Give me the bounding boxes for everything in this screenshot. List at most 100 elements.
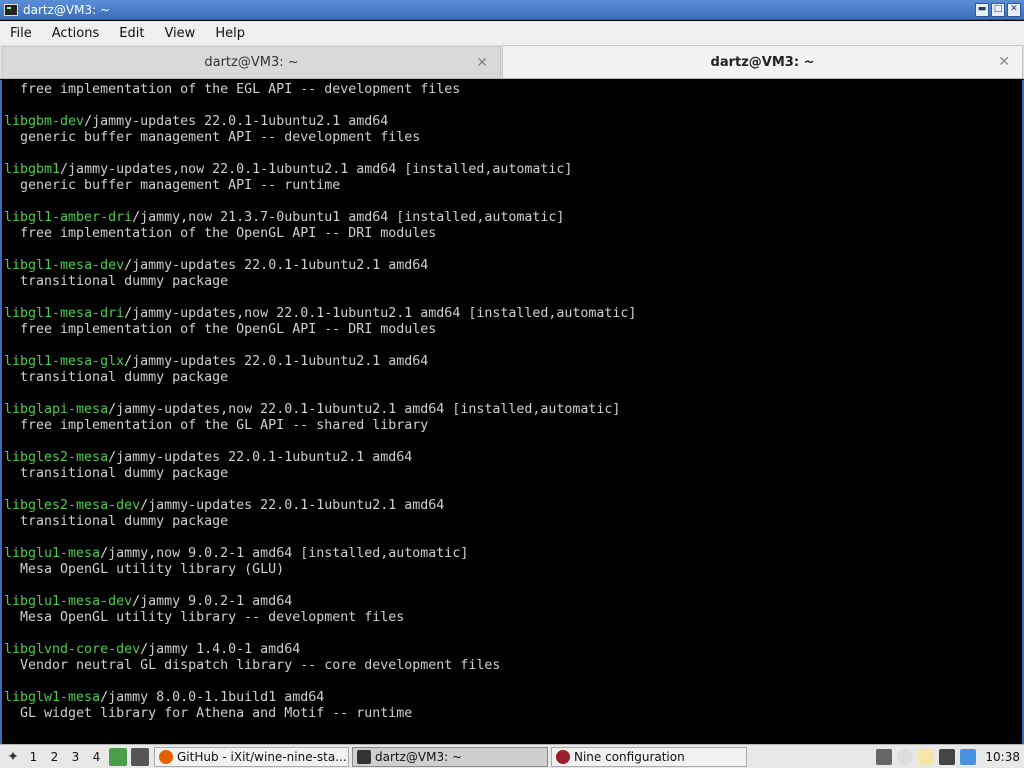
- line-text: free implementation of the OpenGL API --…: [4, 226, 437, 241]
- terminal-line: free implementation of the OpenGL API --…: [4, 226, 636, 242]
- terminal-app-icon: [4, 3, 18, 16]
- package-name: libgles2-mesa: [4, 450, 109, 465]
- package-name: libglvnd-core-dev: [4, 642, 141, 657]
- window-controls: ▬ □ ✕: [975, 2, 1021, 17]
- package-name: libgles2-mesa-dev: [4, 498, 141, 513]
- terminal-line: transitional dummy package: [4, 466, 636, 482]
- minimize-icon[interactable]: ▬: [975, 2, 989, 17]
- package-name: libgl1-mesa-dri: [4, 306, 125, 321]
- task-label: Nine configuration: [574, 749, 685, 764]
- terminal-view[interactable]: free implementation of the EGL API -- de…: [0, 80, 1024, 744]
- terminal-line: generic buffer management API -- develop…: [4, 130, 636, 146]
- line-text: Mesa OpenGL utility library -- developme…: [4, 610, 405, 625]
- tab-close-icon[interactable]: ✕: [476, 55, 488, 71]
- terminal-line: free implementation of the GL API -- sha…: [4, 418, 636, 434]
- tab-label: dartz@VM3: ~: [204, 55, 299, 70]
- menu-help[interactable]: Help: [205, 26, 255, 41]
- terminal-line: free implementation of the OpenGL API --…: [4, 322, 636, 338]
- workspace-4[interactable]: 4: [86, 750, 107, 764]
- line-text: generic buffer management API -- runtime: [4, 178, 341, 193]
- line-text: /jammy,now 21.3.7-0ubuntu1 amd64 [instal…: [132, 210, 565, 225]
- screenshot-icon[interactable]: [876, 748, 893, 765]
- package-name: libgbm-dev: [4, 114, 85, 129]
- clock: 10:38: [985, 749, 1020, 764]
- terminal-line: libgl1-mesa-dev/jammy-updates 22.0.1-1ub…: [4, 258, 636, 274]
- terminal-line: GL widget library for Athena and Motif -…: [4, 706, 636, 722]
- terminal-line: Vendor neutral GL dispatch library -- co…: [4, 658, 636, 674]
- line-text: /jammy,now 9.0.2-1 amd64 [installed,auto…: [100, 546, 469, 561]
- terminal-line: libgles2-mesa/jammy-updates 22.0.1-1ubun…: [4, 450, 636, 466]
- display-icon[interactable]: [939, 748, 956, 765]
- terminal-line: libgl1-mesa-dri/jammy-updates,now 22.0.1…: [4, 306, 636, 322]
- package-name: libgl1-mesa-glx: [4, 354, 125, 369]
- line-text: generic buffer management API -- develop…: [4, 130, 421, 145]
- line-text: free implementation of the EGL API -- de…: [4, 82, 461, 97]
- package-name: libglw1-mesa: [4, 690, 101, 705]
- line-text: /jammy-updates 22.0.1-1ubuntu2.1 amd64: [124, 354, 429, 369]
- volume-icon[interactable]: [897, 748, 914, 765]
- line-text: /jammy-updates,now 22.0.1-1ubuntu2.1 amd…: [108, 402, 621, 417]
- terminal-line: libgbm-dev/jammy-updates 22.0.1-1ubuntu2…: [4, 114, 636, 130]
- line-text: Vendor neutral GL dispatch library -- co…: [4, 658, 501, 673]
- window-titlebar[interactable]: dartz@VM3: ~ ▬ □ ✕: [0, 0, 1024, 20]
- terminal-line: generic buffer management API -- runtime: [4, 178, 636, 194]
- tab-bar: dartz@VM3: ~ ✕ dartz@VM3: ~ ✕: [0, 45, 1024, 79]
- task-label: dartz@VM3: ~: [375, 749, 463, 764]
- terminal-line: transitional dummy package: [4, 274, 636, 290]
- task-firefox[interactable]: GitHub - iXit/wine-nine-sta...: [154, 746, 349, 767]
- menu-edit[interactable]: Edit: [109, 26, 154, 41]
- maximize-icon[interactable]: □: [991, 2, 1005, 17]
- task-nine-config[interactable]: Nine configuration: [551, 746, 747, 767]
- menu-actions[interactable]: Actions: [42, 26, 110, 41]
- line-text: /jammy-updates 22.0.1-1ubuntu2.1 amd64: [108, 450, 413, 465]
- terminal-line: libgl1-amber-dri/jammy,now 21.3.7-0ubunt…: [4, 210, 636, 226]
- terminal-line: Mesa OpenGL utility library (GLU): [4, 562, 636, 578]
- package-name: libglapi-mesa: [4, 402, 109, 417]
- terminal-line: libglu1-mesa-dev/jammy 9.0.2-1 amd64: [4, 594, 636, 610]
- window-title: dartz@VM3: ~: [23, 2, 111, 17]
- line-text: transitional dummy package: [4, 514, 229, 529]
- tab-terminal-2[interactable]: dartz@VM3: ~ ✕: [502, 45, 1023, 78]
- line-text: free implementation of the OpenGL API --…: [4, 322, 437, 337]
- close-icon[interactable]: ✕: [1007, 2, 1021, 17]
- line-text: /jammy-updates,now 22.0.1-1ubuntu2.1 amd…: [60, 162, 573, 177]
- task-terminal[interactable]: dartz@VM3: ~: [352, 746, 548, 767]
- terminal-line: libglvnd-core-dev/jammy 1.4.0-1 amd64: [4, 642, 636, 658]
- terminal-line: transitional dummy package: [4, 514, 636, 530]
- workspace-3[interactable]: 3: [65, 750, 86, 764]
- terminal-line: libgles2-mesa-dev/jammy-updates 22.0.1-1…: [4, 498, 636, 514]
- package-name: libgl1-amber-dri: [4, 210, 133, 225]
- terminal-launcher-icon[interactable]: [131, 747, 149, 766]
- menu-view[interactable]: View: [154, 26, 205, 41]
- line-text: transitional dummy package: [4, 466, 229, 481]
- package-name: libgl1-mesa-dev: [4, 258, 125, 273]
- tab-close-icon[interactable]: ✕: [998, 54, 1010, 70]
- terminal-line: libgbm1/jammy-updates,now 22.0.1-1ubuntu…: [4, 162, 636, 178]
- package-name: libgbm1: [4, 162, 61, 177]
- package-name: libglu1-mesa: [4, 546, 101, 561]
- terminal-line: libglu1-mesa/jammy,now 9.0.2-1 amd64 [in…: [4, 546, 636, 562]
- line-text: /jammy 8.0.0-1.1build1 amd64: [100, 690, 325, 705]
- clipboard-icon[interactable]: [918, 748, 935, 765]
- line-text: /jammy-updates 22.0.1-1ubuntu2.1 amd64: [84, 114, 389, 129]
- workspace-2[interactable]: 2: [44, 750, 65, 764]
- menu-file[interactable]: File: [0, 26, 42, 41]
- terminal-line: free implementation of the EGL API -- de…: [4, 82, 636, 98]
- notification-icon[interactable]: [960, 748, 977, 765]
- terminal-line: libglapi-mesa/jammy-updates,now 22.0.1-1…: [4, 402, 636, 418]
- terminal-line: Mesa OpenGL utility library -- developme…: [4, 610, 636, 626]
- tab-terminal-1[interactable]: dartz@VM3: ~ ✕: [2, 46, 501, 78]
- start-menu-icon[interactable]: ✦: [3, 747, 23, 767]
- wine-icon: [556, 749, 570, 764]
- file-manager-icon[interactable]: [109, 747, 127, 766]
- workspace-1[interactable]: 1: [23, 750, 44, 764]
